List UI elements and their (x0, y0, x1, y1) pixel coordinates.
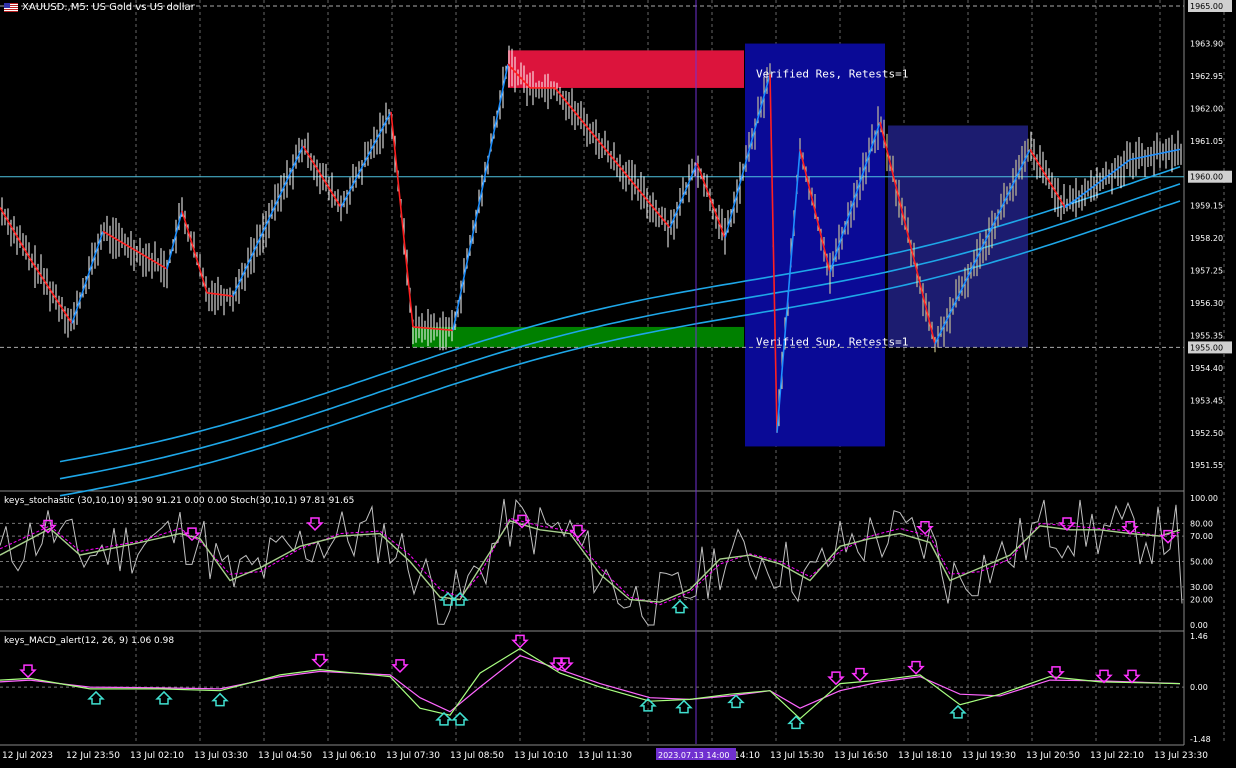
time-tick-label: 12 Jul 2023 (2, 751, 53, 761)
sell-arrow-icon (1123, 669, 1141, 684)
price-tick-label: 1957.25 (1190, 267, 1223, 276)
buy-arrow-icon (949, 704, 967, 719)
cursor-time-label: 2023.07.13 14:00 (658, 751, 729, 760)
time-tick-label: 13 Jul 02:10 (130, 751, 184, 761)
stoch-level-label: 50.00 (1190, 558, 1213, 567)
time-tick-label: 13 Jul 20:50 (1026, 751, 1080, 761)
sell-arrow-icon (827, 671, 845, 686)
chart-svg[interactable]: 12 Jul 2023 12 Jul 23:50 13 Jul 02:10 13 Ju… (0, 0, 1236, 764)
macd-panel-header: keys_MACD_alert(12, 26, 9) 1.06 0.98 (4, 636, 174, 646)
symbol-title: XAUUSD.,M5: US Gold vs US dollar (22, 2, 195, 13)
zigzag-down-leg (0, 207, 31, 260)
zigzag-down-leg (696, 162, 726, 239)
stoch-panel-header: keys_stochastic (30,10,10) 91.90 91.21 0… (4, 496, 354, 506)
macd-level-label: -1.48 (1190, 735, 1211, 744)
flag-icon (4, 3, 18, 12)
price-tick-label: 1952.50 (1190, 429, 1223, 438)
zigzag-down-leg (206, 292, 234, 298)
stoch-level-label: 30.00 (1190, 583, 1213, 592)
zigzag-down-leg (1029, 148, 1066, 208)
time-tick-label: 13 Jul 10:10 (514, 751, 568, 761)
price-tick-label: 1965.00 (1190, 2, 1223, 11)
price-tick-label: 1954.40 (1190, 364, 1223, 373)
time-tick-label: 13 Jul 23:30 (1154, 751, 1208, 761)
sell-arrow-icon (311, 653, 329, 668)
buy-arrow-icon (727, 694, 745, 709)
sell-arrow-icon (306, 517, 324, 532)
price-tick-label: 1961.05 (1190, 137, 1223, 146)
time-tick-label: 13 Jul 16:50 (834, 751, 888, 761)
buy-arrow-icon (211, 692, 229, 707)
stoch-level-label: 0.00 (1190, 621, 1208, 630)
resistance-zone-label: Verified Res, Retests=1 (756, 68, 908, 81)
buy-arrow-icon (87, 690, 105, 705)
buy-arrow-icon (451, 711, 469, 726)
zigzag-up-leg (1064, 158, 1131, 209)
resistance-zone (508, 50, 744, 88)
support-zone (412, 326, 744, 348)
price-tick-label: 1960.00 (1190, 173, 1223, 182)
price-tick-label: 1958.20 (1190, 234, 1223, 243)
zigzag-up-leg (669, 162, 698, 229)
stoch-level-label: 80.00 (1190, 519, 1213, 528)
zigzag-down-leg (390, 111, 414, 328)
time-tick-label: 13 Jul 22:10 (1090, 751, 1144, 761)
sell-arrow-icon (391, 659, 409, 673)
zigzag-up-leg (232, 145, 304, 297)
buy-arrow-icon (155, 690, 173, 705)
verified-zone-box (745, 43, 885, 447)
stoch-level-label: 20.00 (1190, 596, 1213, 605)
price-tick-label: 1955.35 (1190, 331, 1223, 340)
time-tick-label: 13 Jul 15:30 (770, 751, 824, 761)
macd-level-label: 0.00 (1190, 683, 1208, 692)
time-tick-label: 13 Jul 11:30 (578, 751, 632, 761)
macd-level-label: 1.46 (1190, 632, 1208, 641)
price-tick-label: 1953.45 (1190, 396, 1223, 405)
zigzag-down-leg (554, 87, 671, 229)
zigzag-down-leg (29, 258, 73, 324)
sell-arrow-icon (907, 660, 925, 675)
buy-arrow-icon (671, 599, 689, 614)
price-tick-label: 1951.55 (1190, 461, 1223, 470)
price-tick-label: 1962.00 (1190, 104, 1223, 113)
buy-arrow-icon (675, 699, 693, 714)
time-tick-label: 13 Jul 08:50 (450, 751, 504, 761)
zigzag-down-leg (181, 210, 208, 294)
chart-stage[interactable]: 12 Jul 2023 12 Jul 23:50 13 Jul 02:10 13 Ju… (0, 0, 1236, 764)
sell-arrow-icon (851, 667, 869, 682)
symbol-header: XAUUSD.,M5: US Gold vs US dollar (4, 2, 195, 13)
time-tick-label: 12 Jul 23:50 (66, 751, 120, 761)
support-zone-label: Verified Sup, Retests=1 (756, 336, 908, 349)
time-tick-label: 13 Jul 18:10 (898, 751, 952, 761)
stoch-level-label: 100.00 (1190, 494, 1218, 503)
time-tick-label: 13 Jul 03:30 (194, 751, 248, 761)
price-tick-label: 1956.30 (1190, 299, 1223, 308)
sell-arrow-icon (19, 664, 37, 679)
stoch-level-label: 70.00 (1190, 532, 1213, 541)
zigzag-up-leg (166, 210, 183, 270)
zigzag-up-leg (71, 231, 104, 324)
zigzag-up-leg (452, 63, 509, 331)
time-tick-label: 13 Jul 07:30 (386, 751, 440, 761)
time-tick-label: 13 Jul 04:50 (258, 751, 312, 761)
price-tick-label: 1959.15 (1190, 202, 1223, 211)
price-tick-label: 1955.00 (1190, 343, 1223, 352)
zigzag-up-leg (340, 111, 392, 208)
price-tick-label: 1963.90 (1190, 40, 1223, 49)
macd-main-line (0, 647, 1181, 720)
time-tick-label: 13 Jul 06:10 (322, 751, 376, 761)
price-tick-label: 1962.95 (1190, 72, 1223, 81)
time-tick-label: 13 Jul 19:30 (962, 751, 1016, 761)
